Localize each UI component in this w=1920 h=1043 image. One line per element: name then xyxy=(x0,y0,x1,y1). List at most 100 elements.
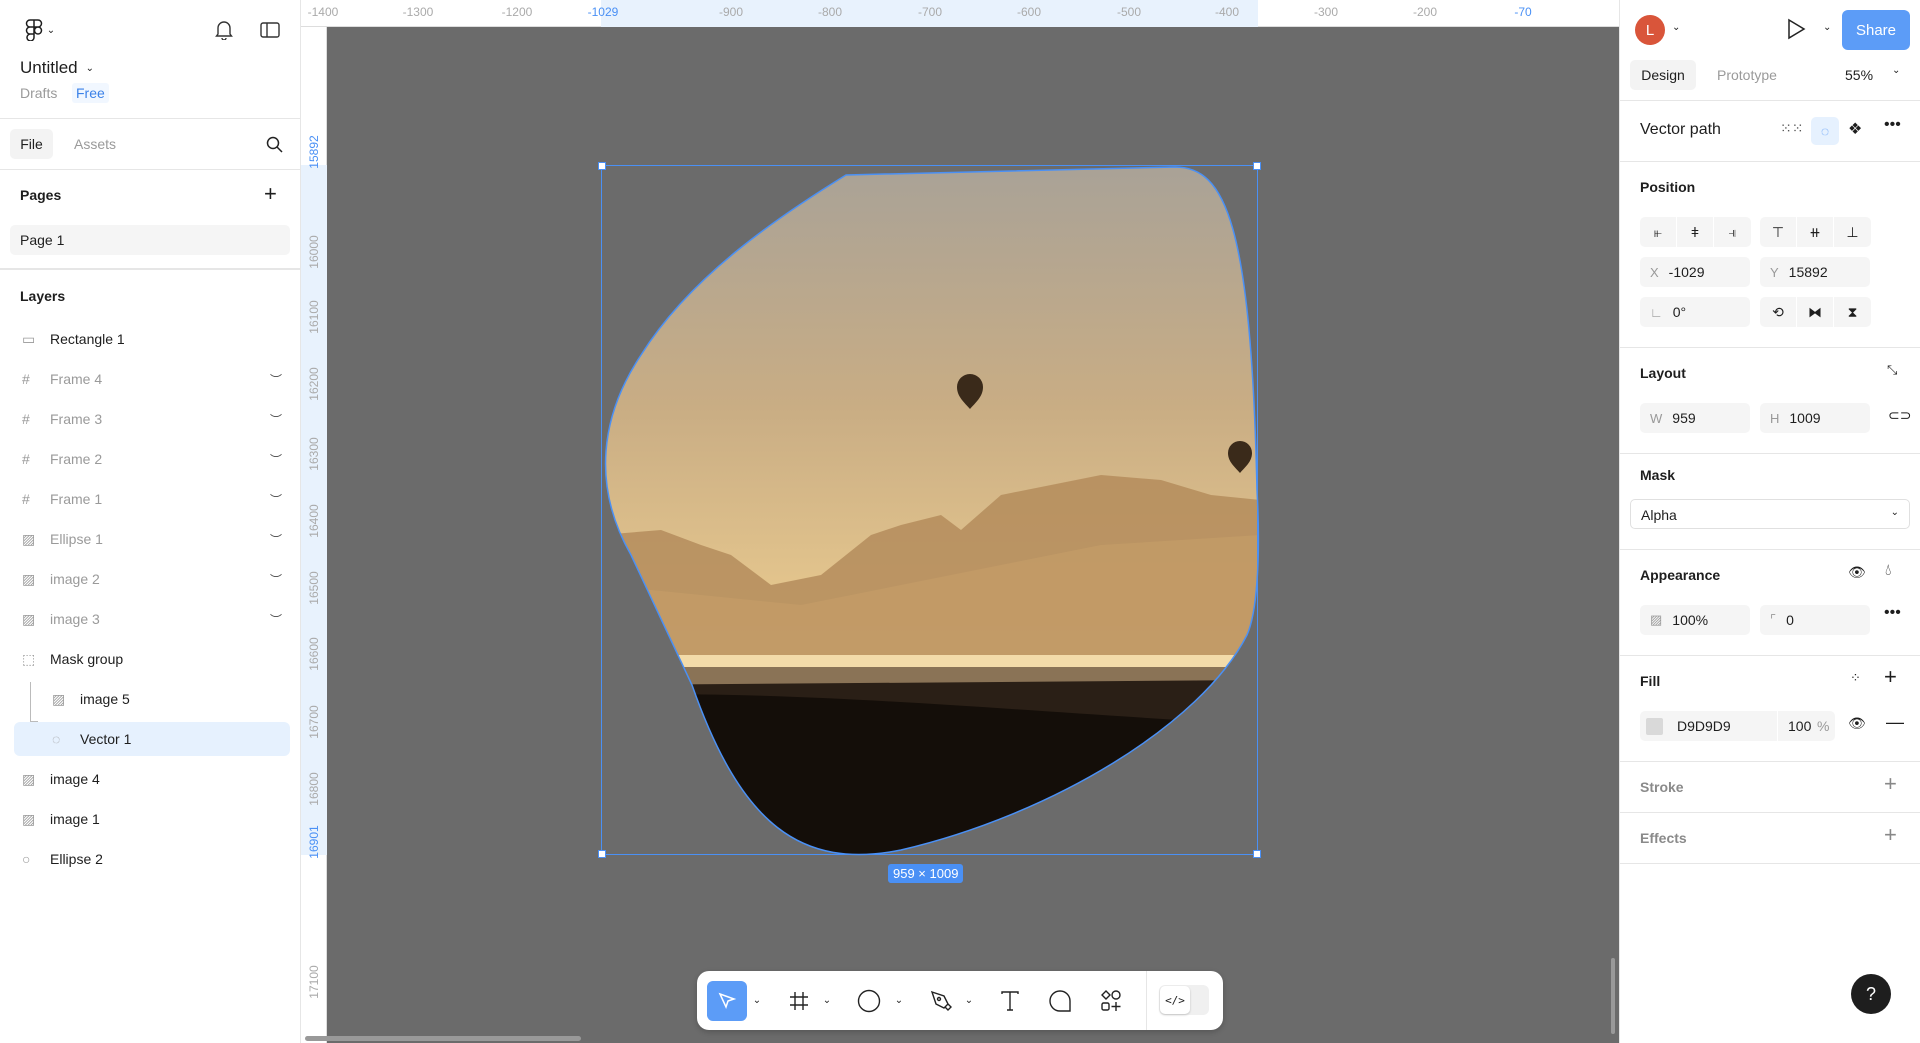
select-matching-button[interactable]: ⁙⁙ xyxy=(1780,120,1803,137)
add-page-button[interactable]: + xyxy=(264,181,277,207)
resize-handle[interactable] xyxy=(598,850,606,858)
fill-hex[interactable]: D9D9D9 xyxy=(1677,718,1777,734)
align-left-button[interactable]: ⫦ xyxy=(1640,217,1677,247)
pen-tool-menu[interactable]: ⌄ xyxy=(961,971,977,1030)
layer-item[interactable]: # Frame 4 ︶ xyxy=(14,362,290,396)
zoom-menu[interactable]: ⌄ xyxy=(1892,65,1900,76)
horizontal-scrollbar[interactable] xyxy=(305,1036,581,1041)
file-title-button[interactable]: Untitled ⌄ xyxy=(20,58,94,78)
flip-vertical-button[interactable]: ⧗ xyxy=(1834,297,1871,327)
vertical-scrollbar[interactable] xyxy=(1611,958,1615,1034)
layer-item[interactable]: ▨ image 2 ︶ xyxy=(14,562,290,596)
text-tool-button[interactable] xyxy=(992,971,1028,1030)
rotation-field[interactable]: ∟ 0° xyxy=(1640,297,1750,327)
resize-handle[interactable] xyxy=(598,162,606,170)
blend-mode-button[interactable]: 💧︎ xyxy=(1885,562,1891,580)
shape-tool-menu[interactable]: ⌄ xyxy=(891,971,907,1030)
add-effect-button[interactable]: + xyxy=(1884,822,1897,848)
move-tool-menu[interactable]: ⌄ xyxy=(749,971,765,1030)
align-right-button[interactable]: ⫣ xyxy=(1714,217,1751,247)
layer-item[interactable]: ▭ Rectangle 1 xyxy=(14,322,290,356)
opacity-field[interactable]: ▨ 100% xyxy=(1640,605,1750,635)
frame-tool-button[interactable] xyxy=(781,971,817,1030)
resize-handle[interactable] xyxy=(1253,850,1261,858)
resize-to-fit-button[interactable]: ⤡ xyxy=(1887,362,1897,378)
comment-tool-button[interactable] xyxy=(1042,971,1078,1030)
actions-button[interactable] xyxy=(1093,971,1129,1030)
add-fill-button[interactable]: + xyxy=(1884,664,1897,690)
rotate-button[interactable]: ⟲ xyxy=(1760,297,1797,327)
remove-fill-button[interactable]: — xyxy=(1886,712,1904,733)
eye-closed-icon[interactable]: ︶ xyxy=(270,411,282,428)
selection-box[interactable] xyxy=(598,162,1261,858)
appearance-more-button[interactable]: ••• xyxy=(1884,604,1901,622)
layer-item[interactable]: ⬚ Mask group xyxy=(14,642,290,676)
layer-item[interactable]: # Frame 2 ︶ xyxy=(14,442,290,476)
eye-closed-icon[interactable]: ︶ xyxy=(270,491,282,508)
create-component-button[interactable]: ❖ xyxy=(1848,119,1862,139)
help-button[interactable]: ? xyxy=(1851,974,1891,1014)
tab-design[interactable]: Design xyxy=(1630,60,1696,90)
y-field[interactable]: Y 15892 xyxy=(1760,257,1870,287)
pen-tool-button[interactable] xyxy=(923,971,959,1030)
eye-closed-icon[interactable]: ︶ xyxy=(270,451,282,468)
present-menu[interactable]: ⌄ xyxy=(1823,22,1831,33)
move-tool-button[interactable] xyxy=(707,980,747,1021)
width-field[interactable]: W 959 xyxy=(1640,403,1750,433)
layer-item[interactable]: ▨ image 1 xyxy=(14,802,290,836)
eye-closed-icon[interactable]: ︶ xyxy=(270,611,282,628)
eye-closed-icon[interactable]: ︶ xyxy=(270,571,282,588)
appearance-header: Appearance xyxy=(1640,567,1721,583)
align-bottom-button[interactable]: ⊥ xyxy=(1834,217,1871,247)
share-button[interactable]: Share xyxy=(1842,10,1910,50)
present-button[interactable] xyxy=(1786,18,1806,43)
align-top-button[interactable]: ⊤ xyxy=(1760,217,1797,247)
height-field[interactable]: H 1009 xyxy=(1760,403,1870,433)
eye-closed-icon[interactable]: ︶ xyxy=(270,371,282,388)
layer-item[interactable]: # Frame 1 ︶ xyxy=(14,482,290,516)
resize-handle[interactable] xyxy=(1253,162,1261,170)
user-avatar[interactable]: L xyxy=(1635,15,1665,45)
tab-file[interactable]: File xyxy=(10,129,53,159)
mask-type-select[interactable]: Alpha ⌄ xyxy=(1630,499,1910,529)
more-options-button[interactable]: ••• xyxy=(1884,116,1901,134)
eye-closed-icon[interactable]: ︶ xyxy=(270,531,282,548)
shape-tool-button[interactable] xyxy=(851,971,887,1030)
tab-prototype[interactable]: Prototype xyxy=(1717,67,1777,83)
layer-item[interactable]: ▨ image 3 ︶ xyxy=(14,602,290,636)
use-as-mask-button[interactable]: ◌ xyxy=(1811,117,1839,145)
flip-horizontal-button[interactable]: ⧓ xyxy=(1797,297,1834,327)
layer-item[interactable]: ○ Ellipse 2 xyxy=(14,842,290,876)
toggle-visibility-button[interactable]: 👁︎ xyxy=(1848,564,1866,581)
plan-badge[interactable]: Free xyxy=(72,83,109,103)
page-item[interactable]: Page 1 xyxy=(10,225,290,255)
fill-swatch[interactable] xyxy=(1646,717,1663,735)
fill-visibility-button[interactable]: 👁︎ xyxy=(1848,715,1866,732)
layer-item[interactable]: ▨ Ellipse 1 ︶ xyxy=(14,522,290,556)
drafts-link[interactable]: Drafts xyxy=(20,85,57,101)
constrain-proportions-button[interactable]: ⊂⊃ xyxy=(1888,407,1911,424)
fill-opacity[interactable]: 100 xyxy=(1777,711,1817,741)
align-center-h-button[interactable]: ǂ xyxy=(1677,217,1714,247)
tab-assets[interactable]: Assets xyxy=(74,136,116,152)
notifications-button[interactable] xyxy=(212,18,236,42)
fill-row[interactable]: D9D9D9 100 % xyxy=(1640,711,1835,741)
toggle-sidebar-button[interactable] xyxy=(258,18,282,42)
layer-item[interactable]: ▨ image 5 xyxy=(14,682,290,716)
add-stroke-button[interactable]: + xyxy=(1884,771,1897,797)
zoom-level[interactable]: 55% xyxy=(1845,67,1873,83)
canvas[interactable]: -1400 -1300 -1200 -1029 -900 -800 -700 -600 -500… xyxy=(301,0,1619,1043)
fill-styles-button[interactable]: ⁘ xyxy=(1850,670,1861,686)
main-menu-button[interactable]: ⌄ xyxy=(20,18,60,42)
x-field[interactable]: X -1029 xyxy=(1640,257,1750,287)
layer-item[interactable]: ▨ image 4 xyxy=(14,762,290,796)
chevron-down-icon[interactable]: ⌄ xyxy=(1672,22,1680,33)
ruler-label: 17100 xyxy=(307,965,321,999)
layer-item[interactable]: # Frame 3 ︶ xyxy=(14,402,290,436)
align-middle-button[interactable]: ⧺ xyxy=(1797,217,1834,247)
search-layers-button[interactable] xyxy=(262,132,286,156)
dev-mode-toggle[interactable]: </> xyxy=(1159,985,1209,1015)
corner-radius-field[interactable]: ⌜ 0 xyxy=(1760,605,1870,635)
layer-item[interactable]: ◌ Vector 1 xyxy=(14,702,290,756)
frame-tool-menu[interactable]: ⌄ xyxy=(819,971,835,1030)
